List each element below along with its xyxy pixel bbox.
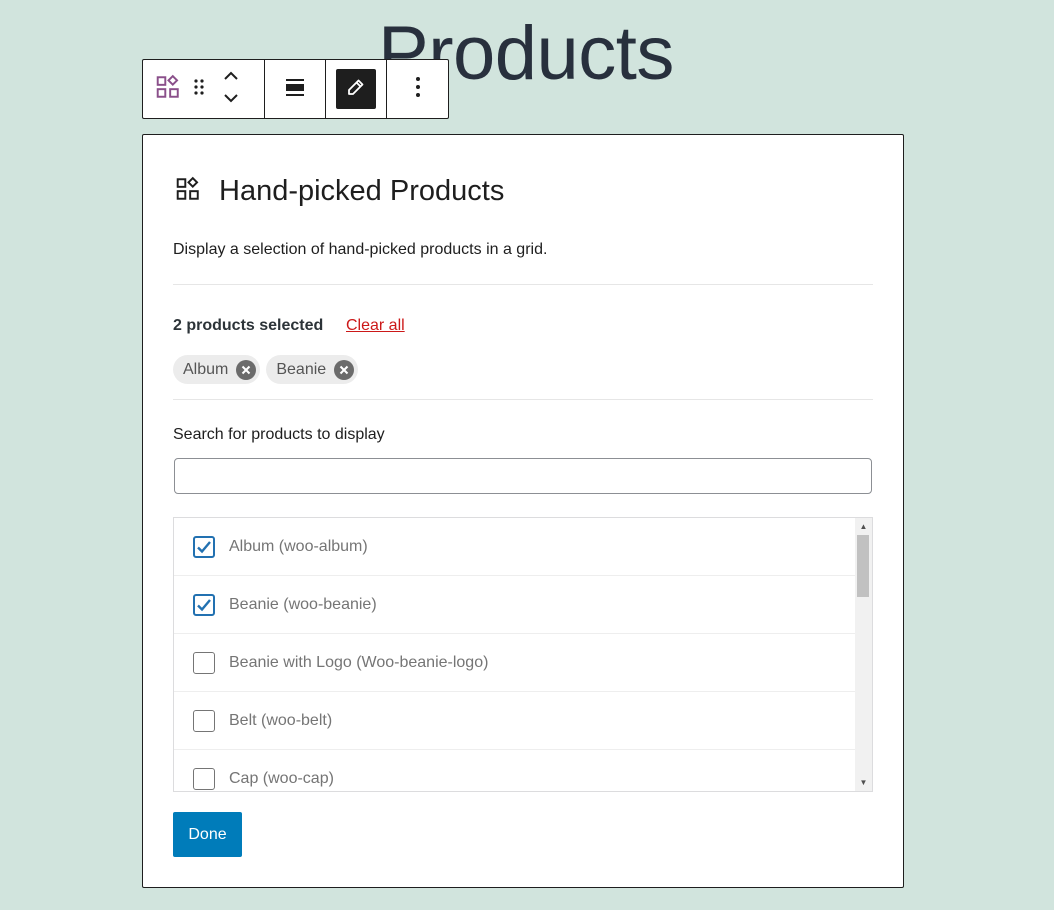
panel-header: Hand-picked Products xyxy=(175,175,504,208)
panel-title: Hand-picked Products xyxy=(219,175,504,208)
block-grid-icon xyxy=(155,74,181,105)
divider xyxy=(173,399,873,400)
done-button[interactable]: Done xyxy=(173,812,242,857)
product-list-item[interactable]: Beanie with Logo (Woo-beanie-logo) xyxy=(174,634,856,692)
product-label: Beanie with Logo (Woo-beanie-logo) xyxy=(229,654,488,672)
align-icon xyxy=(284,76,306,103)
search-label: Search for products to display xyxy=(173,426,385,444)
clear-all-link[interactable]: Clear all xyxy=(346,317,405,335)
product-list-item[interactable]: Beanie (woo-beanie) xyxy=(174,576,856,634)
block-grid-icon xyxy=(175,176,201,207)
chip-label: Album xyxy=(183,361,228,379)
selected-chips: Album Beanie xyxy=(173,355,358,384)
chip-label: Beanie xyxy=(276,361,326,379)
toolbar-group-edit xyxy=(326,60,387,118)
product-list-item[interactable]: Album (woo-album) xyxy=(174,518,856,576)
product-list-item[interactable]: Belt (woo-belt) xyxy=(174,692,856,750)
product-label: Beanie (woo-beanie) xyxy=(229,596,377,614)
toolbar-group-block xyxy=(143,60,265,118)
selected-chip: Beanie xyxy=(266,355,358,384)
close-icon xyxy=(241,365,251,375)
product-checkbox[interactable] xyxy=(193,710,215,732)
product-search-input[interactable] xyxy=(174,458,872,494)
panel-description: Display a selection of hand-picked produ… xyxy=(173,241,547,259)
align-button[interactable] xyxy=(276,61,314,117)
selected-count: 2 products selected xyxy=(173,317,323,335)
move-up-down-button[interactable] xyxy=(211,61,251,117)
remove-chip-button[interactable] xyxy=(236,360,256,380)
scroll-down-arrow-icon[interactable]: ▼ xyxy=(855,774,872,791)
checkmark-icon xyxy=(196,539,212,555)
remove-chip-button[interactable] xyxy=(334,360,354,380)
product-checkbox[interactable] xyxy=(193,768,215,790)
toolbar-group-align xyxy=(265,60,326,118)
block-type-button[interactable] xyxy=(149,61,187,117)
hand-picked-products-panel: Hand-picked Products Display a selection… xyxy=(142,134,904,888)
move-up-down-icon xyxy=(221,70,241,109)
checkmark-icon xyxy=(196,597,212,613)
toolbar-group-more xyxy=(387,60,448,118)
close-icon xyxy=(339,365,349,375)
block-toolbar xyxy=(142,59,449,119)
more-options-button[interactable] xyxy=(399,61,437,117)
product-checkbox[interactable] xyxy=(193,652,215,674)
drag-handle-icon xyxy=(191,75,207,104)
product-label: Album (woo-album) xyxy=(229,538,368,556)
product-list-item[interactable]: Cap (woo-cap) xyxy=(174,750,856,792)
product-label: Belt (woo-belt) xyxy=(229,712,332,730)
more-options-icon xyxy=(415,76,421,103)
selected-chip: Album xyxy=(173,355,260,384)
product-checkbox[interactable] xyxy=(193,594,215,616)
product-label: Cap (woo-cap) xyxy=(229,770,334,788)
product-list[interactable]: Album (woo-album) Beanie (woo-beanie) Be… xyxy=(173,517,873,792)
product-checkbox[interactable] xyxy=(193,536,215,558)
edit-button[interactable] xyxy=(336,69,376,109)
scroll-up-arrow-icon[interactable]: ▲ xyxy=(855,518,872,535)
divider xyxy=(173,284,873,285)
product-list-items: Album (woo-album) Beanie (woo-beanie) Be… xyxy=(174,518,856,792)
drag-handle-button[interactable] xyxy=(187,61,211,117)
list-scrollbar[interactable]: ▲ ▼ xyxy=(855,518,872,791)
scrollbar-thumb[interactable] xyxy=(857,535,869,597)
edit-pencil-icon xyxy=(346,77,366,102)
